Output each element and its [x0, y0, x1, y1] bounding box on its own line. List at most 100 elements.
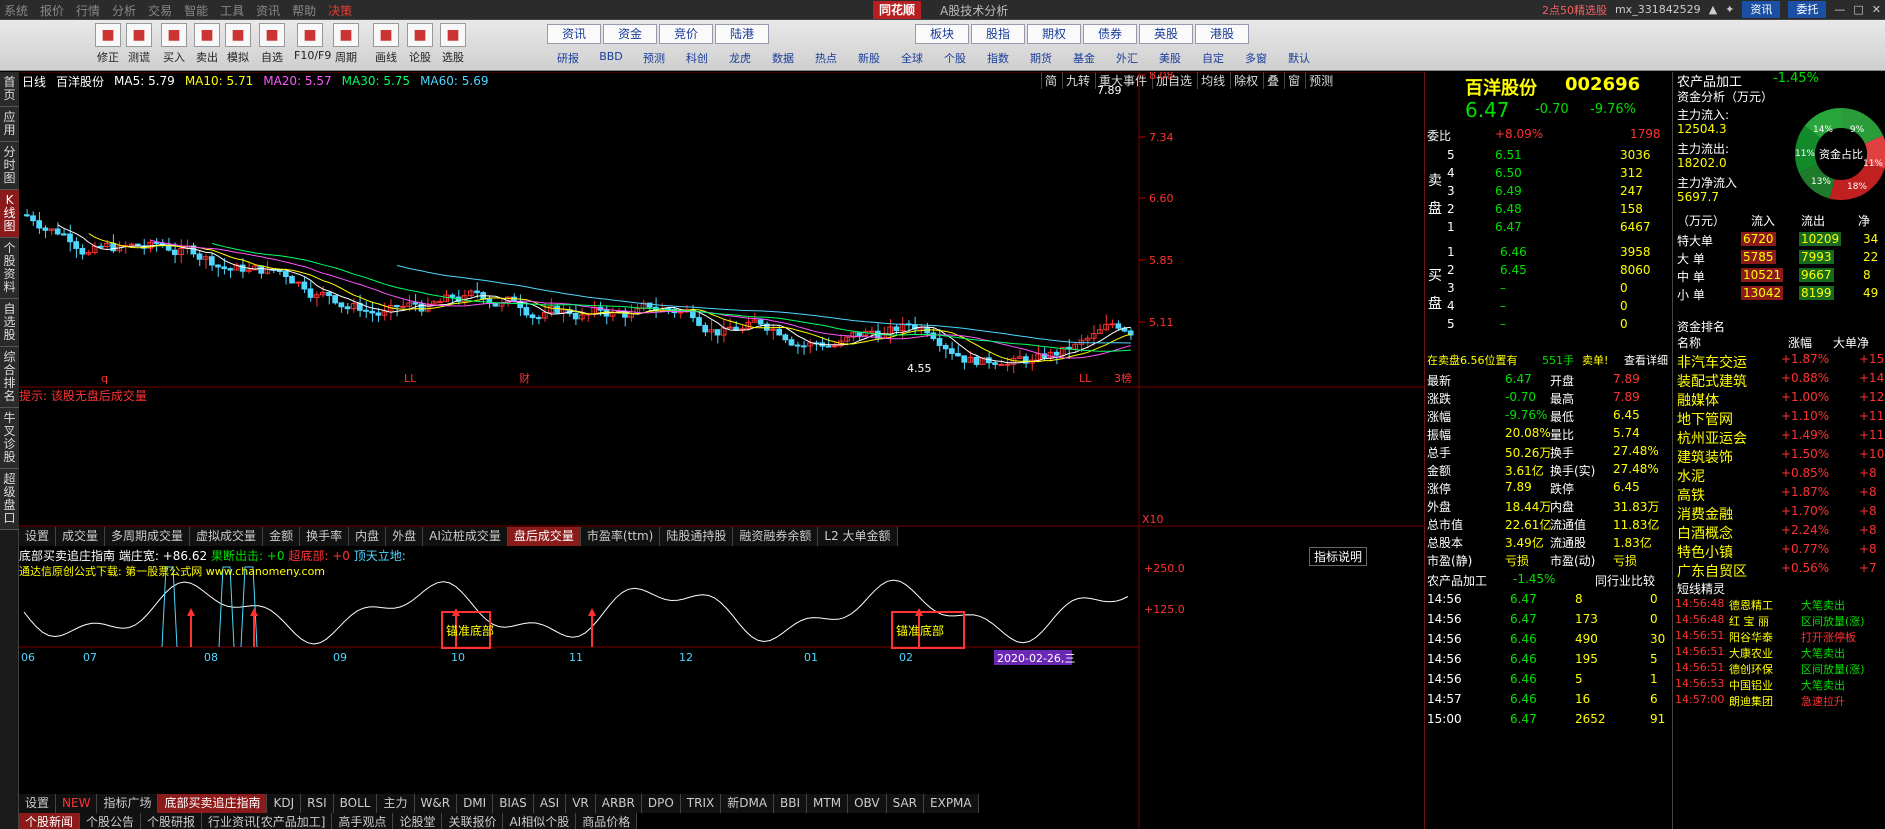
toolbar-btn-4[interactable]: ■ 模拟: [222, 23, 254, 69]
toolbar-btn-3[interactable]: ■ 卖出: [191, 23, 223, 69]
short-stock-1[interactable]: 红 宝 丽: [1729, 613, 1769, 629]
nav-item-1[interactable]: 应用: [0, 107, 19, 142]
lower-tab-7[interactable]: 外盘: [386, 527, 424, 546]
kline-chart-svg[interactable]: 8.08 7.34 6.60 5.85 5.11 7.89 4.55 q LL 财 LL 3榜 06 07…: [19, 72, 1424, 829]
indicator-tab-8[interactable]: W&R: [414, 794, 458, 813]
short-stock-5[interactable]: 中国铝业: [1729, 677, 1773, 693]
quick-top-7[interactable]: 债券: [1083, 24, 1137, 44]
rank-name-2[interactable]: 融媒体: [1677, 390, 1719, 410]
toolbar-btn-1[interactable]: ■ 测谎: [123, 23, 155, 69]
rank-name-9[interactable]: 白酒概念: [1677, 523, 1733, 543]
rank-name-5[interactable]: 建筑装饰: [1677, 447, 1733, 467]
menu-item-1[interactable]: 报价: [40, 2, 64, 19]
quick-top-5[interactable]: 股指: [971, 24, 1025, 44]
indicator-tab-19[interactable]: OBV: [848, 794, 887, 813]
lower-tab-8[interactable]: AI泣桩成交量: [423, 527, 508, 546]
lower-tab-3[interactable]: 虚拟成交量: [190, 527, 264, 546]
promo-detail-button[interactable]: 查看详细: [1624, 352, 1668, 368]
news-tab-7[interactable]: AI相似个股: [503, 813, 577, 829]
indicator-tab-7[interactable]: 主力: [377, 794, 415, 813]
rank-name-0[interactable]: 非汽车交运: [1677, 352, 1747, 372]
rank-name-6[interactable]: 水泥: [1677, 466, 1705, 486]
quick-bottom-2[interactable]: 预测: [633, 50, 675, 66]
rank-name-3[interactable]: 地下管网: [1677, 409, 1733, 429]
maximize-icon[interactable]: □: [1853, 3, 1863, 16]
quick-bottom-3[interactable]: 科创: [676, 50, 718, 66]
toolbar-btn-10[interactable]: ■ 选股: [437, 23, 469, 69]
indicator-tab-4[interactable]: KDJ: [267, 794, 302, 813]
indicator-tab-10[interactable]: BIAS: [493, 794, 534, 813]
indicator-tab-13[interactable]: ARBR: [595, 794, 642, 813]
quick-bottom-16[interactable]: 多窗: [1235, 50, 1277, 66]
menu-item-3[interactable]: 分析: [112, 2, 136, 19]
promo-link[interactable]: 2点50精选股: [1542, 2, 1607, 18]
news-tab-0[interactable]: 个股新闻: [19, 813, 81, 829]
quick-top-3[interactable]: 陆港: [715, 24, 769, 44]
layout-icon[interactable]: [8, 23, 40, 69]
close-icon[interactable]: ✕: [1872, 3, 1881, 16]
lower-tab-0[interactable]: 设置: [19, 527, 57, 546]
info-button[interactable]: 资讯: [1742, 1, 1781, 18]
news-tab-1[interactable]: 个股公告: [80, 813, 142, 829]
minimize-icon[interactable]: —: [1834, 3, 1845, 16]
quick-top-9[interactable]: 港股: [1195, 24, 1249, 44]
nav-item-7[interactable]: 牛叉诊股: [0, 408, 19, 469]
menu-item-4[interactable]: 交易: [148, 2, 172, 19]
toolbar-btn-0[interactable]: ■ 修正: [92, 23, 124, 69]
quick-bottom-14[interactable]: 美股: [1149, 50, 1191, 66]
menu-item-6[interactable]: 工具: [220, 2, 244, 19]
rank-name-11[interactable]: 广东自贸区: [1677, 561, 1747, 581]
toolbar-btn-9[interactable]: ■ 论股: [404, 23, 436, 69]
short-stock-3[interactable]: 大康农业: [1729, 645, 1773, 661]
trade-button[interactable]: 委托: [1788, 1, 1827, 18]
indicator-tab-16[interactable]: 新DMA: [721, 794, 775, 813]
quick-top-4[interactable]: 板块: [915, 24, 969, 44]
quick-top-1[interactable]: 资金: [603, 24, 657, 44]
lower-tab-5[interactable]: 换手率: [300, 527, 350, 546]
quick-top-6[interactable]: 期权: [1027, 24, 1081, 44]
indicator-tab-21[interactable]: EXPMA: [924, 794, 979, 813]
indicator-explain-button[interactable]: 指标说明: [1309, 547, 1368, 566]
indicator-tab-18[interactable]: MTM: [807, 794, 849, 813]
settings-icon[interactable]: ✦: [1725, 3, 1734, 16]
indicator-tab-15[interactable]: TRIX: [680, 794, 722, 813]
nav-item-5[interactable]: 自选股: [0, 299, 19, 347]
indicator-tab-14[interactable]: DPO: [641, 794, 681, 813]
short-stock-4[interactable]: 德创环保: [1729, 661, 1773, 677]
rank-name-1[interactable]: 装配式建筑: [1677, 371, 1747, 391]
quick-bottom-4[interactable]: 龙虎: [719, 50, 761, 66]
lower-tab-1[interactable]: 成交量: [56, 527, 106, 546]
rank-name-4[interactable]: 杭州亚运会: [1677, 428, 1747, 448]
rank-name-7[interactable]: 高铁: [1677, 485, 1705, 505]
short-stock-0[interactable]: 德恩精工: [1729, 597, 1773, 613]
quick-bottom-17[interactable]: 默认: [1278, 50, 1320, 66]
nav-item-2[interactable]: 分时图: [0, 142, 19, 190]
nav-item-0[interactable]: 首页: [0, 72, 19, 107]
indicator-tab-3[interactable]: 底部买卖追庄指南: [158, 794, 268, 813]
menu-item-7[interactable]: 资讯: [256, 2, 280, 19]
bell-icon[interactable]: ▲: [1709, 3, 1717, 16]
quick-bottom-1[interactable]: BBD: [590, 50, 632, 63]
quick-bottom-6[interactable]: 热点: [805, 50, 847, 66]
menu-item-9[interactable]: 决策: [328, 2, 352, 19]
lower-tab-4[interactable]: 金额: [263, 527, 301, 546]
menu-item-5[interactable]: 智能: [184, 2, 208, 19]
toolbar-btn-5[interactable]: ■ 自选: [256, 23, 288, 69]
nav-item-4[interactable]: 个股资料: [0, 238, 19, 299]
news-tab-6[interactable]: 关联报价: [442, 813, 504, 829]
quick-bottom-0[interactable]: 研报: [547, 50, 589, 66]
toolbar-btn-6[interactable]: ■ F10/F9: [294, 23, 331, 69]
quick-top-8[interactable]: 英股: [1139, 24, 1193, 44]
quick-bottom-11[interactable]: 期货: [1020, 50, 1062, 66]
nav-item-6[interactable]: 综合排名: [0, 347, 19, 408]
username[interactable]: mx_331842529: [1615, 3, 1701, 16]
toolbar-btn-7[interactable]: ■ 周期: [330, 23, 362, 69]
quick-bottom-13[interactable]: 外汇: [1106, 50, 1148, 66]
lower-tab-9[interactable]: 盘后成交量: [507, 527, 581, 546]
rank-name-8[interactable]: 消费金融: [1677, 504, 1733, 524]
indicator-tab-17[interactable]: BBI: [774, 794, 808, 813]
indicator-tab-6[interactable]: BOLL: [333, 794, 378, 813]
lower-tab-11[interactable]: 陆股通持股: [660, 527, 734, 546]
quick-top-0[interactable]: 资讯: [547, 24, 601, 44]
indicator-tab-9[interactable]: DMI: [457, 794, 494, 813]
